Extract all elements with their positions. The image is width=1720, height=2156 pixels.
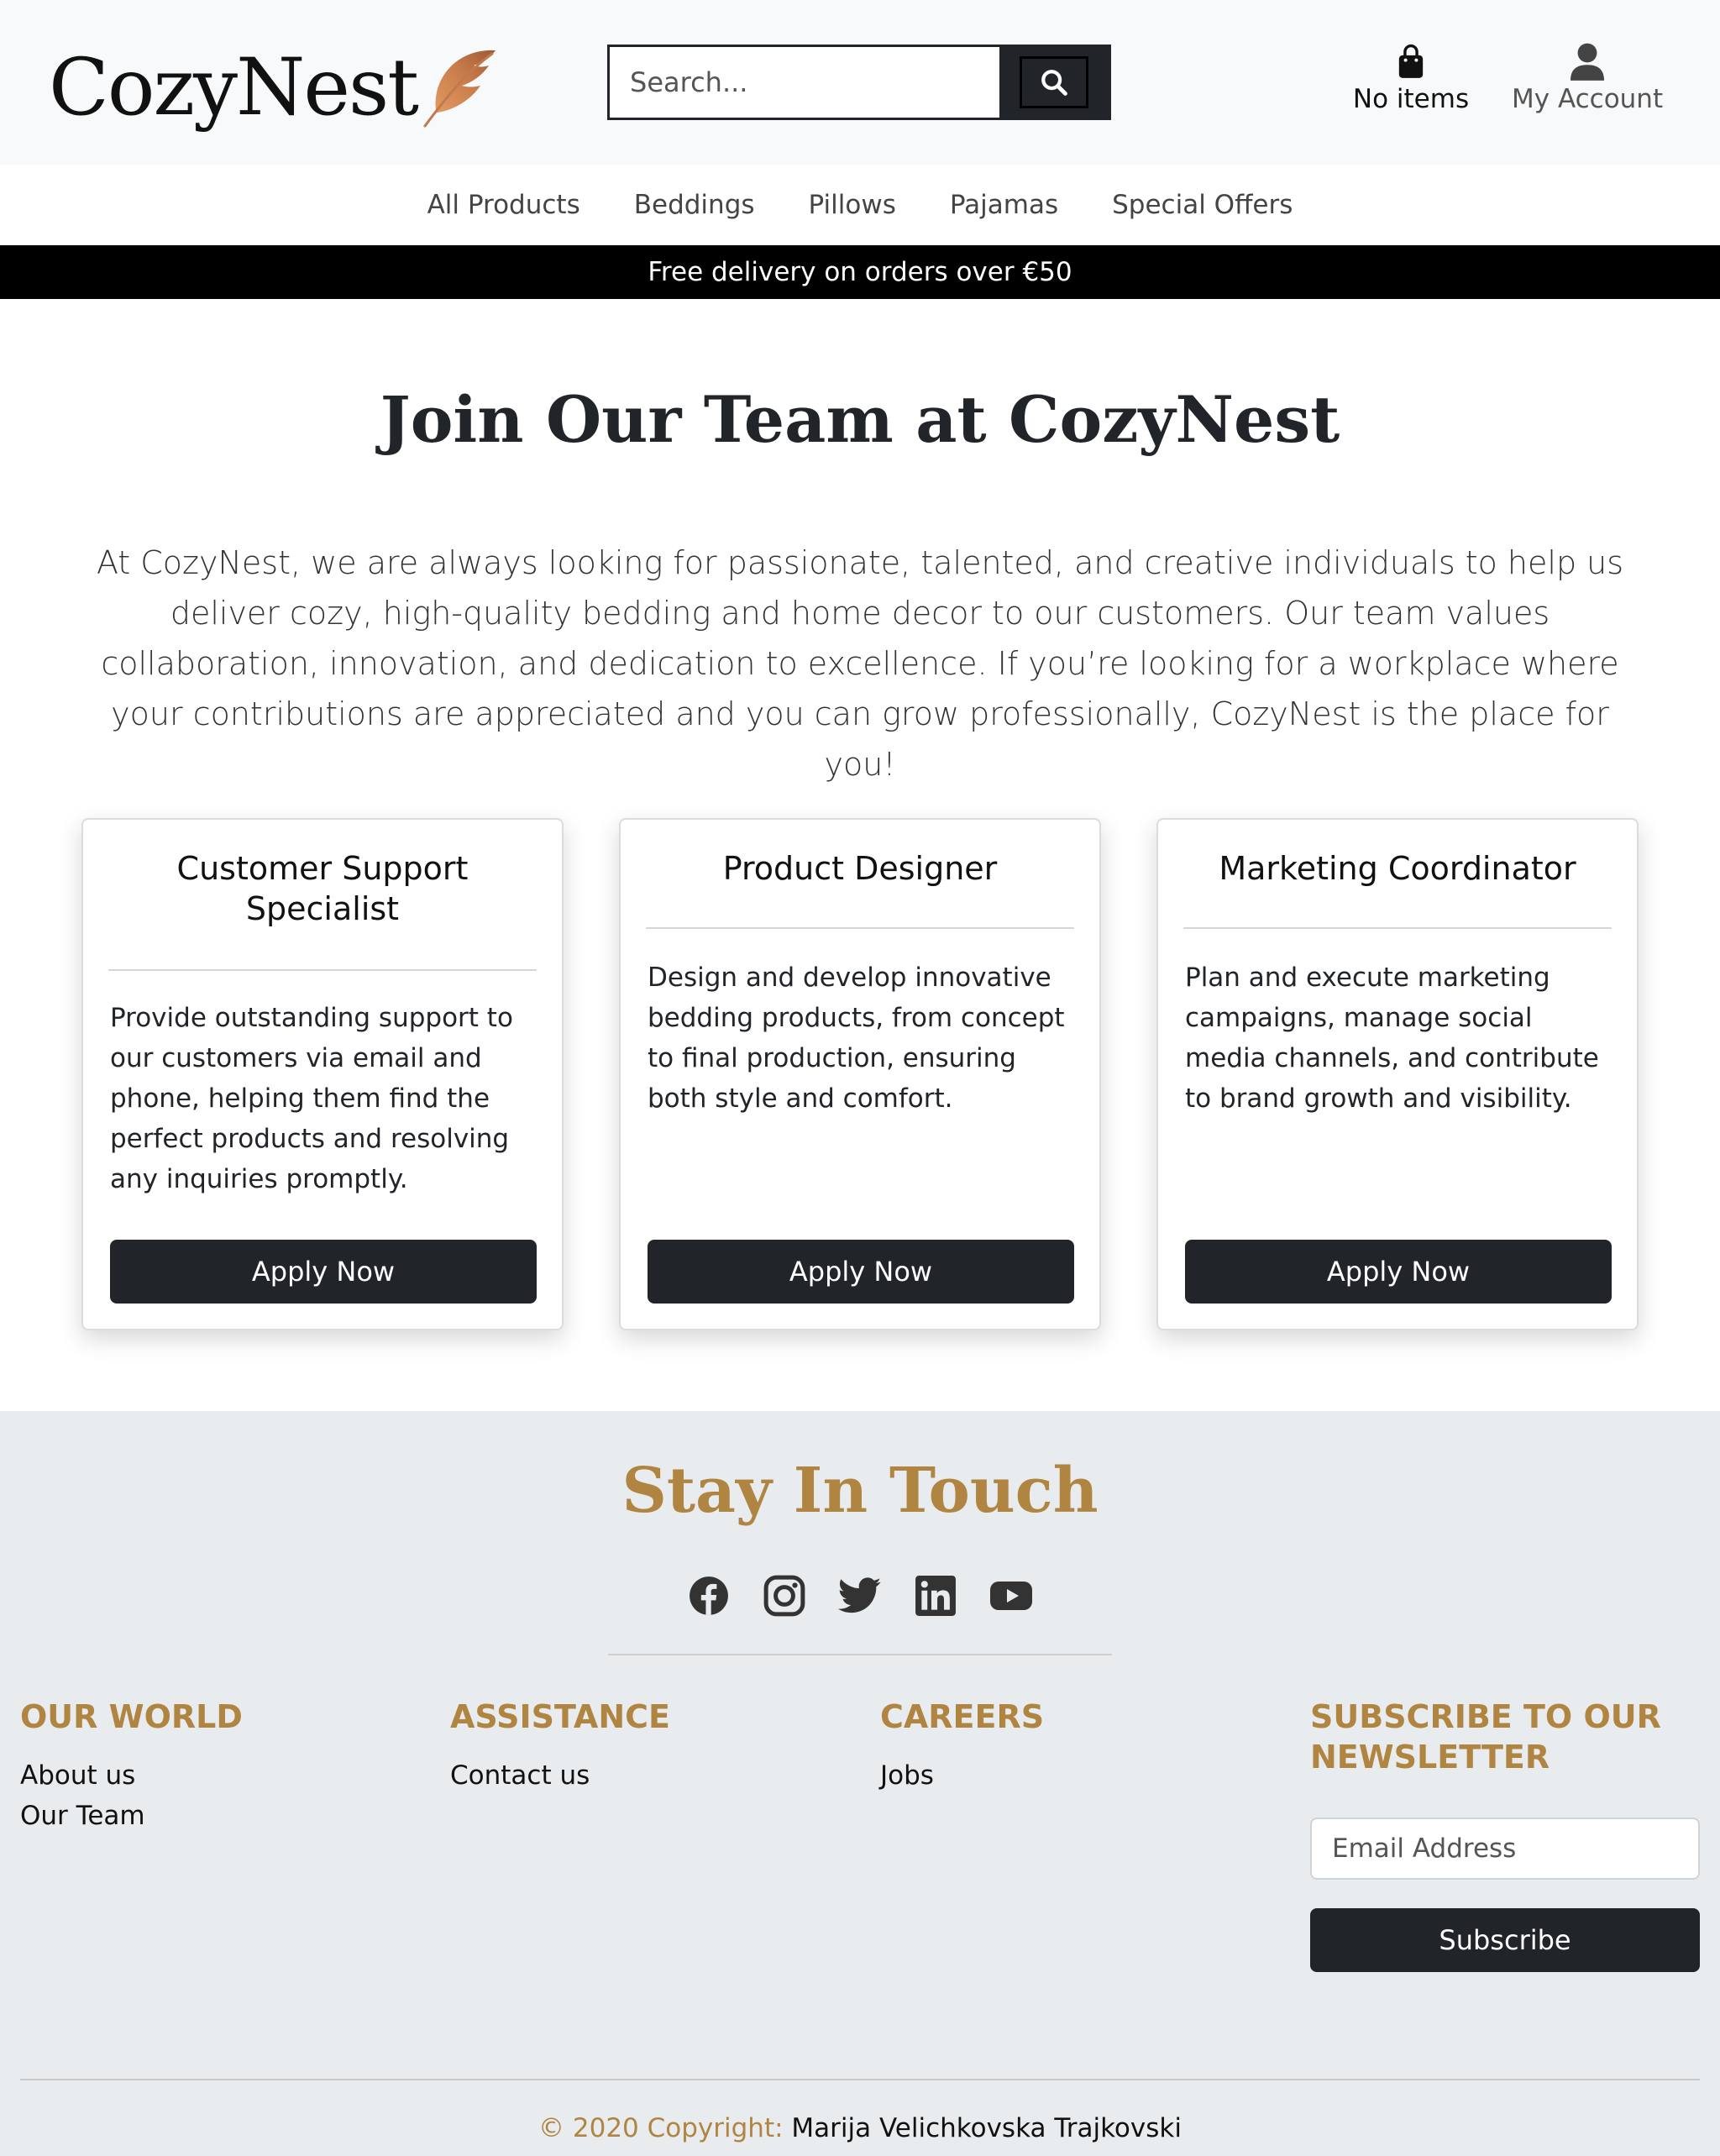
footer-bottom-divider: [20, 2079, 1700, 2080]
cart-link[interactable]: No items: [1352, 42, 1470, 114]
copyright-prefix: © 2020 Copyright:: [538, 2113, 784, 2143]
search-icon: [1041, 70, 1067, 96]
user-icon: [1571, 43, 1604, 81]
stay-in-touch-heading: Stay In Touch: [621, 1455, 1099, 1527]
site-header: CozyNest No: [0, 0, 1720, 165]
nav-item-beddings[interactable]: Beddings: [634, 190, 755, 220]
newsletter-title: SUBSCRIBE TO OUR NEWSLETTER: [1310, 1698, 1661, 1776]
nav-item-special-offers[interactable]: Special Offers: [1112, 190, 1293, 220]
footer-column-title: CAREERS: [880, 1698, 1045, 1735]
apply-now-button[interactable]: Apply Now: [1185, 1240, 1612, 1304]
intro-paragraph: At CozyNest, we are always looking for p…: [96, 544, 1624, 783]
search-button-frame: [1020, 56, 1088, 108]
copyright-author[interactable]: Marija Velichkovska Trajkovski: [791, 2113, 1182, 2143]
brand-logo-text[interactable]: CozyNest: [49, 34, 419, 143]
footer-column-newsletter: SUBSCRIBE TO OUR NEWSLETTER: [1310, 1697, 1700, 1777]
copyright-line: © 2020 Copyright: Marija Velichkovska Tr…: [0, 2108, 1720, 2148]
facebook-icon[interactable]: [687, 1574, 731, 1618]
search-button[interactable]: [999, 47, 1109, 118]
footer-column-title: OUR WORLD: [20, 1698, 243, 1735]
job-description: Plan and execute marketing campaigns, ma…: [1185, 963, 1599, 1114]
card-divider: [1183, 927, 1612, 929]
footer-column-our-world: OUR WORLD About us Our Team: [20, 1697, 243, 1836]
card-divider: [108, 969, 537, 971]
account-link[interactable]: My Account: [1512, 42, 1663, 114]
site-footer: Stay In Touch OUR WORLD About us Our Tea…: [0, 1411, 1720, 2156]
footer-column-title: ASSISTANCE: [450, 1698, 670, 1735]
apply-now-button[interactable]: Apply Now: [110, 1240, 537, 1304]
footer-link-our-team[interactable]: Our Team: [20, 1796, 243, 1836]
account-label: My Account: [1512, 84, 1664, 114]
nav-item-pillows[interactable]: Pillows: [809, 190, 896, 220]
search-input[interactable]: [610, 47, 1000, 118]
apply-now-button[interactable]: Apply Now: [648, 1240, 1074, 1304]
shopping-bag-icon: [1398, 44, 1424, 78]
job-card: Marketing Coordinator Plan and execute m…: [1156, 818, 1639, 1330]
nav-item-all-products[interactable]: All Products: [427, 190, 580, 220]
job-description: Provide outstanding support to our custo…: [110, 1003, 513, 1194]
footer-link-contact-us[interactable]: Contact us: [450, 1755, 670, 1796]
footer-link-about-us[interactable]: About us: [20, 1755, 243, 1796]
subscribe-button[interactable]: Subscribe: [1310, 1908, 1700, 1972]
linkedin-icon[interactable]: [914, 1574, 957, 1618]
job-description: Design and develop innovative bedding pr…: [648, 963, 1065, 1114]
job-title: Product Designer: [722, 850, 998, 887]
job-title: Customer Support Specialist: [176, 850, 469, 927]
job-card: Customer Support Specialist Provide outs…: [81, 818, 564, 1330]
main-nav: All Products Beddings Pillows Pajamas Sp…: [0, 165, 1720, 245]
footer-column-assistance: ASSISTANCE Contact us: [450, 1697, 670, 1796]
footer-divider: [608, 1654, 1112, 1655]
job-card: Product Designer Design and develop inno…: [619, 818, 1101, 1330]
card-divider: [646, 927, 1074, 929]
newsletter-email-input[interactable]: [1310, 1818, 1700, 1880]
cart-label: No items: [1352, 84, 1470, 114]
instagram-icon[interactable]: [763, 1574, 806, 1618]
footer-link-jobs[interactable]: Jobs: [880, 1755, 1044, 1796]
free-delivery-banner: Free delivery on orders over €50: [0, 245, 1720, 299]
search-bar: [607, 45, 1111, 120]
youtube-icon[interactable]: [989, 1574, 1033, 1618]
twitter-icon[interactable]: [838, 1574, 882, 1618]
feather-logo-icon: [423, 50, 496, 128]
page-title: Join Our Team at CozyNest: [380, 382, 1340, 457]
social-links: [0, 1574, 1720, 1618]
job-title: Marketing Coordinator: [1219, 850, 1576, 887]
nav-item-pajamas[interactable]: Pajamas: [950, 190, 1058, 220]
footer-column-careers: CAREERS Jobs: [880, 1697, 1044, 1796]
